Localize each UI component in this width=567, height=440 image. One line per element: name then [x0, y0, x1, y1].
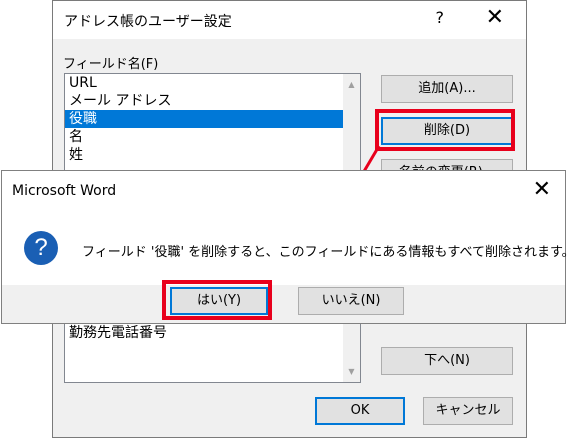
question-icon: ? — [24, 231, 58, 265]
close-icon[interactable]: ✕ — [533, 177, 551, 202]
dialog-title: Microsoft Word — [12, 183, 117, 199]
confirm-message: フィールド '役職' を削除すると、このフィールドにある情報もすべて削除されます… — [82, 245, 567, 260]
confirm-delete-dialog: Microsoft Word ✕ ? フィールド '役職' を削除すると、このフ… — [1, 170, 567, 324]
button-bar — [2, 285, 565, 323]
yes-highlight — [162, 280, 272, 320]
no-button[interactable]: いいえ(N) — [298, 287, 404, 315]
